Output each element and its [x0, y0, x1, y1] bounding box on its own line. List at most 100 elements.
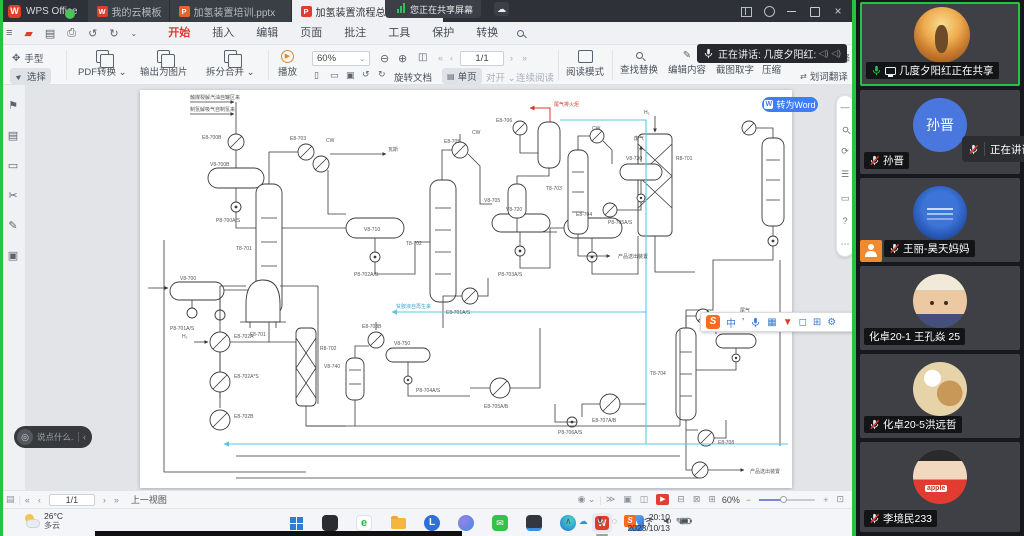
- presentation-play-button[interactable]: ▶: [656, 494, 669, 505]
- next-page-icon[interactable]: ›: [510, 53, 513, 63]
- fit-page-icon[interactable]: ▭: [330, 70, 339, 81]
- zoom-out-icon[interactable]: ⊖: [380, 52, 389, 65]
- ime-settings-icon[interactable]: ⚙: [827, 317, 836, 328]
- menu-comment[interactable]: 批注: [333, 22, 377, 45]
- close-button[interactable]: ×: [832, 5, 844, 17]
- chat-placeholder[interactable]: 说点什么...: [37, 431, 74, 443]
- fit-width-status-icon[interactable]: ⊟: [677, 494, 685, 505]
- stamp-icon[interactable]: ▣: [6, 249, 20, 263]
- menu-protect[interactable]: 保护: [421, 22, 465, 45]
- statusbar-page-indicator[interactable]: 1/1: [49, 494, 95, 506]
- zoom-plus-icon[interactable]: +: [823, 495, 828, 505]
- split-merge-button[interactable]: 拆分合并 ⌄: [206, 50, 255, 78]
- fit-height-status-icon[interactable]: ⊞: [708, 494, 716, 505]
- cloud-status-icon[interactable]: ☁: [494, 2, 509, 16]
- prev-page-nav-icon[interactable]: ‹: [38, 495, 41, 505]
- keyboard-icon[interactable]: ▦: [767, 317, 776, 328]
- taskbar-clock[interactable]: 20:10 2023/10/13: [627, 512, 670, 534]
- redo-icon[interactable]: ↻: [109, 27, 118, 40]
- taskbar-app-swirl[interactable]: [456, 513, 476, 533]
- theme-icon[interactable]: [763, 5, 775, 17]
- prev-view-button[interactable]: 上一视图: [131, 493, 167, 506]
- export-image-button[interactable]: 输出为图片: [140, 50, 188, 78]
- fit-page-status-icon[interactable]: ⊠: [693, 494, 701, 505]
- pdf-convert-button[interactable]: PDF转换 ⌄: [78, 50, 127, 78]
- prev-page-icon[interactable]: ‹: [450, 53, 453, 63]
- signature-icon[interactable]: ✎: [6, 219, 20, 233]
- participant-tile-sharing[interactable]: 几度夕阳红正在共享: [860, 2, 1020, 86]
- punctuation-icon[interactable]: ’: [742, 317, 744, 328]
- taskbar-app-dark[interactable]: [320, 513, 340, 533]
- zoom-in-icon[interactable]: ⊕: [398, 52, 407, 65]
- two-page-button[interactable]: 对开 ⌄: [486, 70, 516, 84]
- taskbar-app-dark2[interactable]: [524, 513, 544, 533]
- capture-region-icon[interactable]: ▭: [841, 194, 850, 203]
- menu-edit[interactable]: 编辑: [245, 22, 289, 45]
- eye-view-icon[interactable]: ◉ ⌄: [578, 494, 596, 505]
- refresh-icon[interactable]: ⟳: [841, 147, 849, 156]
- toolbox-grid-icon[interactable]: ⊞: [813, 317, 821, 328]
- lang-mode-icon[interactable]: 中: [726, 315, 736, 330]
- taskbar-app-green-e[interactable]: e: [354, 513, 374, 533]
- read-mode-button[interactable]: 阅读模式: [566, 50, 604, 78]
- menu-page[interactable]: 页面: [289, 22, 333, 45]
- fullscreen-icon[interactable]: ⊡: [836, 494, 844, 505]
- first-page-nav-icon[interactable]: «: [25, 495, 30, 505]
- find-replace-button[interactable]: 查找替换: [620, 50, 658, 76]
- toc-icon[interactable]: ▤: [6, 494, 15, 505]
- onedrive-icon[interactable]: ☁: [579, 516, 588, 527]
- maximize-button[interactable]: [809, 5, 821, 17]
- single-page-button[interactable]: ▤ 单页: [442, 68, 482, 84]
- zoom-minus-icon[interactable]: −: [746, 495, 751, 505]
- quickbar-more-icon[interactable]: ⌄: [131, 29, 138, 38]
- skin-icon[interactable]: ▼: [783, 317, 793, 328]
- menu-tools[interactable]: 工具: [377, 22, 421, 45]
- collapse-chevron-icon[interactable]: ‹: [78, 432, 86, 442]
- participant-tile[interactable]: 王丽-昊天妈妈: [860, 178, 1020, 262]
- layout-icon[interactable]: [740, 5, 752, 17]
- rotate-right-icon[interactable]: ↻: [378, 69, 386, 80]
- select-tool[interactable]: ► 选择: [10, 68, 51, 84]
- chat-quick-bubble[interactable]: ◎ 说点什么... ‹: [14, 426, 92, 448]
- print-icon[interactable]: ⎙: [67, 27, 76, 40]
- tray-sync-icon[interactable]: ◌: [612, 516, 617, 526]
- next-page-nav-icon[interactable]: ›: [103, 495, 106, 505]
- sogou-logo-icon[interactable]: S: [706, 315, 720, 329]
- menu-convert[interactable]: 转换: [465, 22, 509, 45]
- search-icon[interactable]: [517, 30, 524, 37]
- fit-height-icon[interactable]: ▣: [346, 70, 355, 81]
- comment-icon[interactable]: ▭: [6, 159, 20, 173]
- hand-tool[interactable]: ✥ 手型: [12, 51, 43, 65]
- bookmark-icon[interactable]: ⚑: [6, 99, 20, 113]
- continuous-button[interactable]: 连续阅读: [516, 70, 554, 84]
- tray-mic-icon[interactable]: [595, 515, 605, 527]
- thumbnails-icon[interactable]: ▤: [6, 129, 20, 143]
- start-button[interactable]: [286, 513, 306, 533]
- layout-facing-icon[interactable]: ◫: [640, 494, 649, 505]
- fit-width-icon[interactable]: ▯: [314, 70, 319, 81]
- zoom-combo[interactable]: 60%⌄: [312, 51, 370, 66]
- more-icon[interactable]: ⋯: [841, 240, 850, 249]
- translate-word-button[interactable]: ⇄ 划词翻译 ⌄: [800, 69, 858, 83]
- minimize-button[interactable]: [786, 5, 798, 17]
- tray-chevron-icon[interactable]: ∧: [565, 516, 572, 527]
- undo-icon[interactable]: ↺: [88, 27, 97, 40]
- participant-tile[interactable]: 化卓20-5洪远哲: [860, 354, 1020, 438]
- voice-input-icon[interactable]: [750, 317, 761, 328]
- save-icon[interactable]: ▤: [45, 27, 55, 40]
- taskbar-file-explorer[interactable]: [388, 513, 408, 533]
- zoom-slider[interactable]: [759, 499, 815, 501]
- layout-single-icon[interactable]: ▣: [623, 494, 632, 505]
- rotate-doc-button[interactable]: 旋转文档: [394, 70, 432, 84]
- autoscroll-icon[interactable]: ≫: [606, 494, 615, 505]
- last-page-icon[interactable]: »: [522, 53, 527, 63]
- rotate-left-icon[interactable]: ↺: [362, 69, 370, 80]
- participant-tile[interactable]: apple 李境民233: [860, 442, 1020, 532]
- hamburger-menu-icon[interactable]: ≡: [6, 27, 12, 39]
- pen-input-icon[interactable]: ✎: [676, 517, 684, 528]
- first-page-icon[interactable]: «: [438, 53, 443, 63]
- facing-pages-icon[interactable]: ◫: [418, 52, 427, 63]
- play-button[interactable]: ▶ 播放: [278, 50, 297, 78]
- doc-search-icon[interactable]: [842, 127, 848, 133]
- convert-to-word-button[interactable]: W 转为Word: [762, 97, 818, 112]
